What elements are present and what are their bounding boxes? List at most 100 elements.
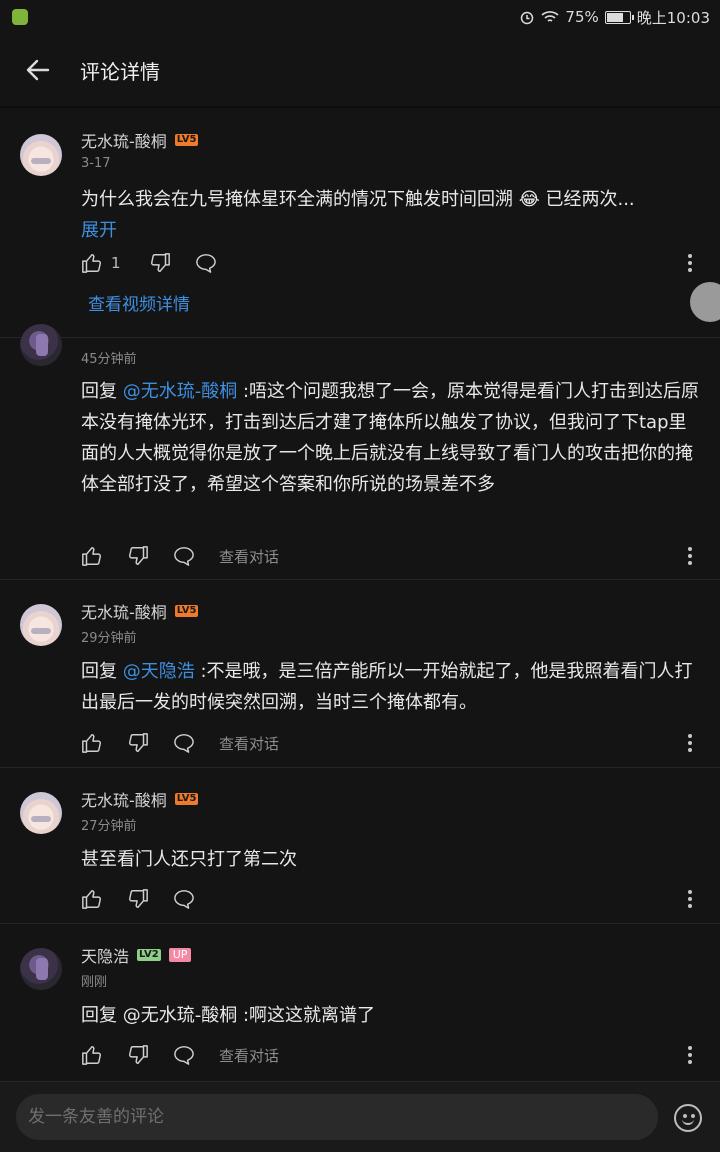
expand-link[interactable]: 展开	[81, 220, 117, 241]
username-row: 无水琉-酸桐 LV5	[81, 599, 199, 623]
reply-prefix: 回复	[81, 661, 123, 682]
reply-time: 29分钟前	[81, 631, 137, 646]
chat-bubble-icon	[174, 734, 194, 753]
alarm-icon	[521, 11, 534, 25]
reply-text: 回复 @天隐浩 :不是哦，是三倍产能所以一开始就起了，他是我照着看门人打出最后一…	[81, 656, 701, 718]
more-options-button[interactable]	[684, 886, 696, 912]
reply-button[interactable]	[173, 1045, 195, 1065]
avatar[interactable]	[20, 948, 62, 990]
uploader-badge: UP	[168, 948, 192, 962]
level-badge: LV5	[174, 793, 199, 805]
avatar[interactable]	[20, 792, 62, 834]
dislike-button[interactable]	[149, 252, 171, 274]
top-app-bar: 评论详情	[0, 34, 720, 108]
thumbs-up-icon	[82, 547, 101, 566]
like-count: 1	[111, 254, 121, 272]
level-badge: LV2	[137, 949, 161, 961]
level-badge: LV5	[174, 605, 199, 617]
chat-bubble-icon	[174, 890, 194, 909]
comment-text: 为什么我会在九号掩体星环全满的情况下触发时间回溯 😂 已经两次... 展开	[81, 184, 701, 246]
reply-prefix: 回复	[81, 381, 123, 402]
username[interactable]: 无水琉-酸桐	[81, 787, 167, 811]
more-options-button[interactable]	[684, 1042, 696, 1068]
reply-time: 刚刚	[81, 975, 108, 990]
smiley-face-icon	[683, 1114, 687, 1118]
reply-actions: 查看对话	[81, 543, 279, 569]
username[interactable]: 无水琉-酸桐	[81, 128, 167, 152]
avatar[interactable]	[20, 604, 62, 646]
username[interactable]: 无水琉-酸桐	[81, 599, 167, 623]
thumbs-up-icon	[82, 890, 101, 909]
level-badge: LV5	[174, 134, 199, 146]
mention-link[interactable]: @天隐浩	[123, 661, 195, 682]
dislike-button[interactable]	[127, 545, 149, 567]
page-title: 评论详情	[80, 59, 160, 84]
reply-text: 回复 @无水琉-酸桐 :啊这这就离谱了	[81, 1005, 376, 1026]
thumbs-down-icon	[129, 546, 148, 565]
comment-composer	[0, 1082, 720, 1152]
comment-input[interactable]	[16, 1094, 658, 1140]
reply-actions	[81, 886, 195, 912]
back-button[interactable]	[14, 46, 62, 94]
reply-button[interactable]	[195, 253, 217, 273]
view-conversation-link[interactable]: 查看对话	[219, 733, 279, 754]
avatar[interactable]	[20, 134, 62, 176]
thumbs-up-icon	[82, 734, 101, 753]
comment-actions: 1	[81, 250, 217, 276]
like-button[interactable]: 1	[81, 252, 121, 274]
like-button[interactable]	[81, 1044, 103, 1066]
avatar[interactable]	[20, 324, 62, 366]
thumbs-up-icon	[82, 254, 101, 273]
dislike-button[interactable]	[127, 732, 149, 754]
battery-icon	[604, 10, 634, 24]
main-comment: 无水琉-酸桐 LV5 3-17 为什么我会在九号掩体星环全满的情况下触发时间回溯…	[0, 110, 720, 338]
wifi-icon	[541, 11, 559, 22]
view-conversation-link[interactable]: 查看对话	[219, 1045, 279, 1066]
arrow-left-icon	[26, 59, 50, 81]
chat-bubble-icon	[195, 254, 216, 273]
mention-link[interactable]: @无水琉-酸桐	[123, 381, 238, 402]
emoji-button[interactable]	[674, 1104, 702, 1132]
comment-date: 3-17	[81, 156, 111, 171]
battery-percent: 75%	[565, 8, 599, 26]
view-conversation-link[interactable]: 查看对话	[219, 546, 279, 567]
thumbs-up-icon	[82, 1046, 101, 1065]
reply-button[interactable]	[173, 733, 195, 753]
status-bar: 75% 晚上10:03	[0, 0, 720, 34]
app-notification-icon	[12, 9, 28, 25]
username-row: 天隐浩 LV2 UP	[81, 943, 192, 967]
thumbs-down-icon	[129, 1045, 148, 1064]
like-button[interactable]	[81, 545, 103, 567]
reply-time: 45分钟前	[81, 352, 137, 367]
username-row: 无水琉-酸桐 LV5	[81, 128, 199, 152]
reply-item: 无水琉-酸桐 LV5 29分钟前 回复 @天隐浩 :不是哦，是三倍产能所以一开始…	[0, 580, 720, 768]
clock: 晚上10:03	[636, 8, 710, 27]
reply-button[interactable]	[173, 889, 195, 909]
reply-time: 27分钟前	[81, 819, 137, 834]
thumbs-down-icon	[150, 253, 170, 272]
reply-actions: 查看对话	[81, 1042, 279, 1068]
more-options-button[interactable]	[684, 543, 696, 569]
floating-scroll-handle[interactable]	[690, 282, 720, 322]
chat-bubble-icon	[174, 1046, 194, 1065]
chat-bubble-icon	[174, 547, 194, 566]
username-row: 无水琉-酸桐 LV5	[81, 787, 199, 811]
dislike-button[interactable]	[127, 1044, 149, 1066]
like-button[interactable]	[81, 888, 103, 910]
view-video-details-link[interactable]: 查看视频详情	[88, 290, 190, 315]
dislike-button[interactable]	[127, 888, 149, 910]
username[interactable]: 天隐浩	[81, 943, 129, 967]
thumbs-down-icon	[129, 733, 148, 752]
reply-text: 甚至看门人还只打了第二次	[81, 849, 297, 870]
reply-item: 45分钟前 回复 @无水琉-酸桐 :唔这个问题我想了一会，原本觉得是看门人打击到…	[0, 324, 720, 580]
reply-actions: 查看对话	[81, 730, 279, 756]
more-options-button[interactable]	[684, 730, 696, 756]
reply-text: 回复 @无水琉-酸桐 :唔这个问题我想了一会，原本觉得是看门人打击到达后原本没有…	[81, 376, 701, 500]
thumbs-down-icon	[129, 889, 148, 908]
like-button[interactable]	[81, 732, 103, 754]
comment-body: 为什么我会在九号掩体星环全满的情况下触发时间回溯 😂 已经两次...	[81, 189, 635, 210]
more-options-button[interactable]	[684, 250, 696, 276]
reply-button[interactable]	[173, 546, 195, 566]
reply-item: 天隐浩 LV2 UP 刚刚 回复 @无水琉-酸桐 :啊这这就离谱了 查看对话	[0, 924, 720, 1082]
reply-item: 无水琉-酸桐 LV5 27分钟前 甚至看门人还只打了第二次	[0, 768, 720, 924]
